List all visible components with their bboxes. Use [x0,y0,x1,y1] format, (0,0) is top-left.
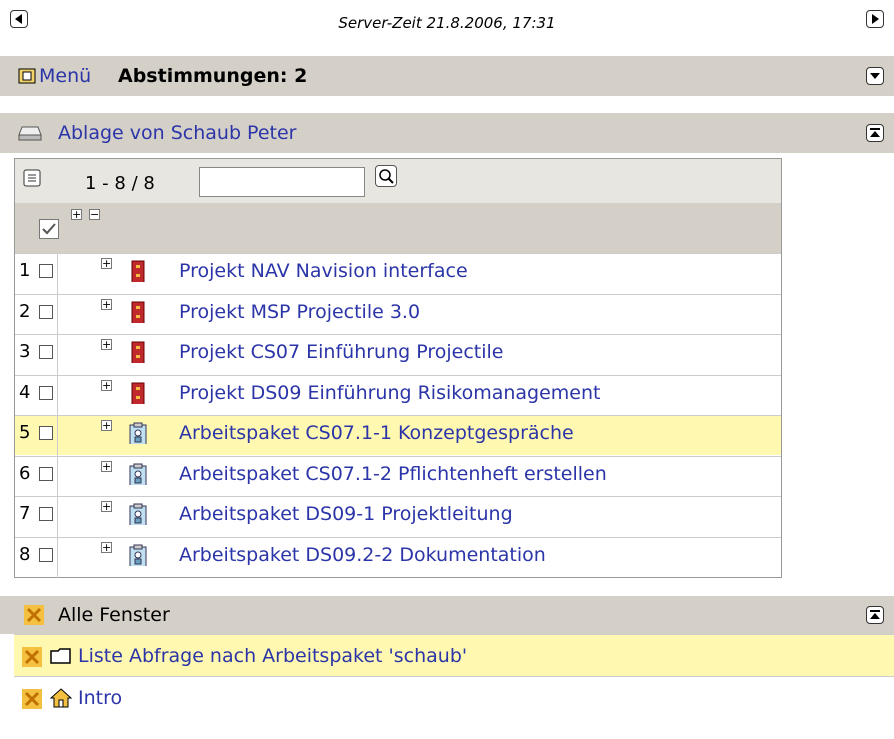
row-checkbox[interactable] [39,304,53,319]
list-item[interactable]: 3 + Projekt CS07 Einführung Projectile [15,334,781,375]
row-label-link[interactable]: Projekt DS09 Einführung Risikomanagement [179,382,601,404]
row-divider [57,537,58,578]
list-item[interactable]: 7 + Arbeitspaket DS09-1 Projektleitung [15,496,781,537]
next-nav-button[interactable] [866,10,884,28]
row-label-link[interactable]: Projekt MSP Projectile 3.0 [179,301,420,323]
list-toolbar: 1 - 8 / 8 [15,159,781,203]
list-view-icon[interactable] [23,169,41,187]
row-checkbox[interactable] [39,507,53,521]
project-binder-icon [131,341,145,363]
search-icon [379,169,394,184]
list-item[interactable]: 4 + Projekt DS09 Einführung Risikomanageme… [15,374,781,416]
workpackage-clipboard-icon [129,422,147,444]
row-checkbox[interactable] [39,426,53,440]
project-binder-icon [131,382,145,404]
windows-bar: Alle Fenster [0,596,894,634]
top-bar: Server-Zeit 21.8.2006, 17:31 [0,0,894,48]
row-divider [57,497,58,537]
list-rows: 1 + Projekt NAV Navision interface 2 + Projek… [15,253,781,579]
expand-row-button[interactable]: + [101,541,112,553]
row-divider [57,335,58,375]
expand-row-button[interactable]: + [101,379,112,391]
expand-row-button[interactable]: + [101,298,112,310]
storage-link[interactable]: Ablage von Schaub Peter [58,122,296,144]
search-button[interactable] [375,165,397,187]
row-number: 4 [19,381,31,403]
list-item[interactable]: 5 + Arbeitspaket CS07.1-1 Konzeptgespräche [15,415,781,456]
storage-bar: Ablage von Schaub Peter [0,113,894,153]
row-number: 6 [19,462,31,484]
check-icon [42,223,56,235]
menu-icon [18,68,36,84]
row-checkbox[interactable] [39,385,53,400]
row-number: 8 [19,543,31,565]
menu-link[interactable]: Menü [39,65,91,87]
windows-title: Alle Fenster [58,604,170,626]
close-window-icon[interactable] [24,605,44,625]
row-label-link[interactable]: Arbeitspaket CS07.1-2 Pflichtenheft erst… [179,463,607,485]
window-item-label[interactable]: Intro [78,687,122,709]
collapse-up-icon [870,610,880,619]
votes-title: Abstimmungen: 2 [118,65,308,87]
row-number: 7 [19,503,31,524]
window-item-query[interactable]: Liste Abfrage nach Arbeitspaket 'schaub' [14,634,894,676]
list-item[interactable]: 1 + Projekt NAV Navision interface [15,253,781,294]
storage-list: 1 - 8 / 8 + − 1 + Projekt NAV Navision int… [14,158,782,578]
row-checkbox[interactable] [39,264,53,278]
workpackage-clipboard-icon [129,463,147,485]
row-number: 5 [19,422,31,443]
range-label: 1 - 8 / 8 [85,173,155,194]
expand-row-button[interactable]: + [101,339,112,350]
row-number: 1 [19,260,31,281]
row-label-link[interactable]: Projekt NAV Navision interface [179,260,468,282]
row-divider [57,416,58,456]
list-column-header: + − [15,203,781,253]
row-divider [57,294,58,335]
row-checkbox[interactable] [39,547,53,562]
row-divider [57,254,58,294]
row-divider [57,456,58,497]
close-window-icon[interactable] [22,647,42,667]
expand-row-button[interactable]: + [101,420,112,431]
inbox-tray-icon [18,126,42,141]
select-all-checkbox[interactable] [39,219,59,239]
row-checkbox[interactable] [39,466,53,481]
close-window-icon[interactable] [22,689,42,709]
project-binder-icon [131,260,145,282]
row-number: 2 [19,300,31,322]
list-item[interactable]: 8 + Arbeitspaket DS09.2-2 Dokumentation [15,536,781,578]
row-label-link[interactable]: Arbeitspaket CS07.1-1 Konzeptgespräche [179,422,574,444]
row-number: 3 [19,341,31,362]
collapse-all-button[interactable]: − [89,209,100,220]
chevron-down-icon [870,73,880,79]
window-item-intro[interactable]: Intro [14,676,894,718]
list-item[interactable]: 6 + Arbeitspaket CS07.1-2 Pflichtenheft er… [15,455,781,497]
workpackage-clipboard-icon [129,503,147,525]
row-label-link[interactable]: Projekt CS07 Einführung Projectile [179,341,504,363]
row-checkbox[interactable] [39,345,53,359]
expand-row-button[interactable]: + [101,258,112,269]
row-label-link[interactable]: Arbeitspaket DS09.2-2 Dokumentation [179,544,546,566]
row-label-link[interactable]: Arbeitspaket DS09-1 Projektleitung [179,503,513,525]
project-binder-icon [131,301,145,323]
expand-menu-button[interactable] [866,67,884,85]
arrow-right-icon [872,14,879,24]
expand-row-button[interactable]: + [101,501,112,512]
collapse-up-icon [870,128,880,137]
list-item[interactable]: 2 + Projekt MSP Projectile 3.0 [15,293,781,335]
search-input[interactable] [199,167,365,197]
workpackage-clipboard-icon [129,544,147,566]
menu-bar: Menü Abstimmungen: 2 [0,56,894,96]
row-divider [57,375,58,416]
expand-all-button[interactable]: + [71,209,82,220]
collapse-windows-button[interactable] [866,606,884,624]
window-item-label[interactable]: Liste Abfrage nach Arbeitspaket 'schaub' [78,645,467,667]
collapse-storage-button[interactable] [866,124,884,142]
folder-icon [50,648,71,664]
home-icon [50,688,72,708]
expand-row-button[interactable]: + [101,460,112,472]
server-time: Server-Zeit 21.8.2006, 17:31 [338,14,556,32]
